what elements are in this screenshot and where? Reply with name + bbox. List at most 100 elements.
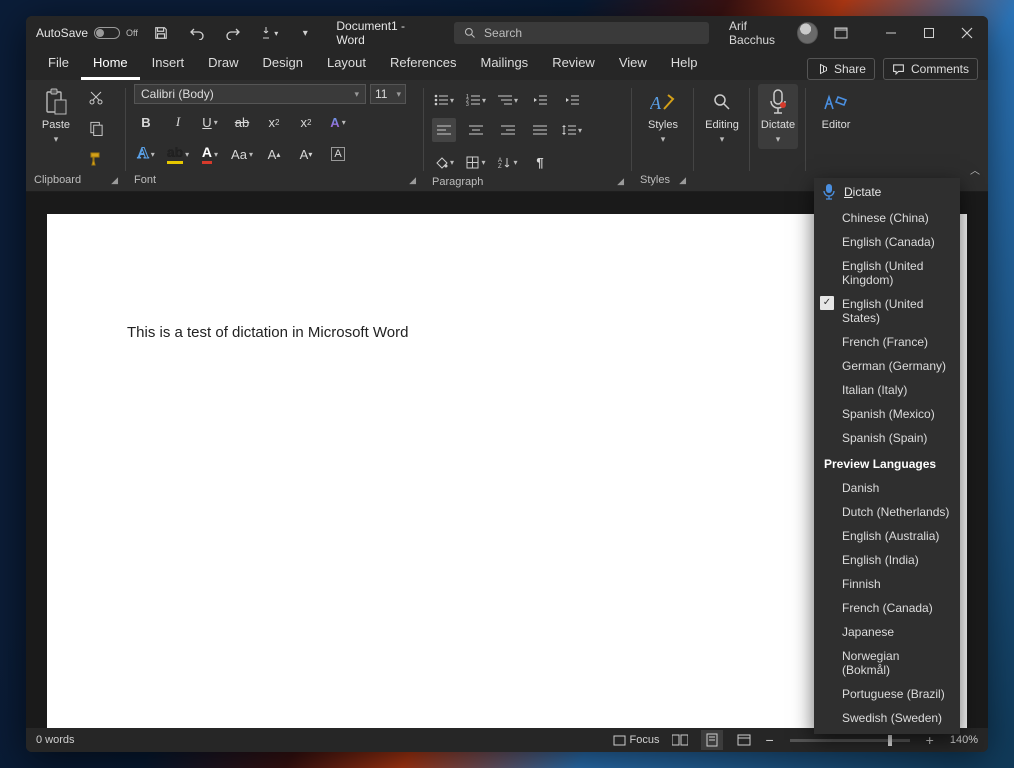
editor-button[interactable]: Editor [814, 84, 858, 135]
tab-home[interactable]: Home [81, 49, 140, 80]
numbering-button[interactable]: 123 [464, 88, 488, 112]
align-center-button[interactable] [464, 118, 488, 142]
print-layout-button[interactable] [701, 730, 723, 750]
share-button[interactable]: Share [807, 58, 875, 80]
undo-button[interactable] [184, 19, 210, 47]
web-layout-button[interactable] [733, 730, 755, 750]
zoom-level[interactable]: 140% [950, 734, 978, 746]
clipboard-launcher[interactable]: ◢ [111, 175, 118, 186]
tab-draw[interactable]: Draw [196, 49, 250, 80]
language-option[interactable]: Spanish (Spain) [814, 426, 960, 450]
font-size-combo[interactable]: 11▾ [370, 84, 406, 104]
tab-insert[interactable]: Insert [140, 49, 197, 80]
show-marks-button[interactable]: ¶ [528, 150, 552, 174]
maximize-button[interactable] [910, 18, 948, 48]
tab-references[interactable]: References [378, 49, 468, 80]
read-mode-button[interactable] [669, 730, 691, 750]
language-option[interactable]: English (Canada) [814, 230, 960, 254]
strikethrough-button[interactable]: ab [230, 110, 254, 134]
qat-customize-button[interactable]: ▾ [292, 19, 318, 47]
save-button[interactable] [148, 19, 174, 47]
language-option[interactable]: English (India) [814, 548, 960, 572]
tab-design[interactable]: Design [251, 49, 315, 80]
language-option[interactable]: Dutch (Netherlands) [814, 500, 960, 524]
language-option[interactable]: English (Australia) [814, 524, 960, 548]
language-option[interactable]: Portuguese (Brazil) [814, 682, 960, 706]
language-option[interactable]: Spanish (Mexico) [814, 402, 960, 426]
zoom-out-button[interactable]: − [765, 732, 773, 748]
language-option[interactable]: English (United States) [814, 292, 960, 330]
increase-indent-button[interactable] [560, 88, 584, 112]
language-option[interactable]: Chinese (China) [814, 206, 960, 230]
close-button[interactable] [948, 18, 986, 48]
text-effects-button[interactable]: A [326, 110, 350, 134]
borders-button[interactable] [464, 150, 488, 174]
tab-mailings[interactable]: Mailings [469, 49, 541, 80]
paste-button[interactable]: Paste ▾ [34, 84, 78, 149]
sort-button[interactable]: AZ [496, 150, 520, 174]
tab-file[interactable]: File [36, 49, 81, 80]
redo-button[interactable] [220, 19, 246, 47]
zoom-slider[interactable] [790, 739, 910, 742]
tab-review[interactable]: Review [540, 49, 607, 80]
underline-button[interactable]: U [198, 110, 222, 134]
align-right-button[interactable] [496, 118, 520, 142]
dictate-menu-header[interactable]: Dictate [814, 178, 960, 206]
minimize-button[interactable] [872, 18, 910, 48]
multilevel-icon [498, 94, 512, 106]
font-launcher[interactable]: ◢ [409, 175, 416, 186]
language-option[interactable]: Finnish [814, 572, 960, 596]
shading-button[interactable] [432, 150, 456, 174]
editing-button[interactable]: Editing ▾ [702, 84, 742, 149]
language-option[interactable]: French (Canada) [814, 596, 960, 620]
language-option[interactable]: Japanese [814, 620, 960, 644]
justify-button[interactable] [528, 118, 552, 142]
align-left-button[interactable] [432, 118, 456, 142]
zoom-in-button[interactable]: + [926, 732, 934, 748]
copy-button[interactable] [84, 116, 108, 140]
tab-view[interactable]: View [607, 49, 659, 80]
shrink-font-button[interactable]: A▾ [294, 142, 318, 166]
touch-mode-button[interactable]: ▾ [256, 19, 282, 47]
group-clipboard: Paste ▾ Clipboard◢ [26, 80, 126, 191]
highlight-button[interactable]: ab [166, 142, 190, 166]
collapse-ribbon-button[interactable]: ︿ [970, 162, 980, 177]
language-option[interactable]: Norwegian (Bokmål) [814, 644, 960, 682]
language-option[interactable]: German (Germany) [814, 354, 960, 378]
language-option[interactable]: Italian (Italy) [814, 378, 960, 402]
tab-help[interactable]: Help [659, 49, 710, 80]
bold-button[interactable]: B [134, 110, 158, 134]
comments-button[interactable]: Comments [883, 58, 978, 80]
italic-button[interactable]: I [166, 110, 190, 134]
account-button[interactable]: Arif Bacchus [729, 19, 818, 47]
text-outline-button[interactable]: A [134, 142, 158, 166]
word-count[interactable]: 0 words [36, 734, 75, 746]
font-color-button[interactable]: A [198, 142, 222, 166]
format-painter-button[interactable] [84, 146, 108, 170]
decrease-indent-button[interactable] [528, 88, 552, 112]
styles-button[interactable]: A Styles ▾ [640, 84, 686, 149]
language-option[interactable]: English (United Kingdom) [814, 254, 960, 292]
cut-button[interactable] [84, 86, 108, 110]
change-case-button[interactable]: Aa [230, 142, 254, 166]
ribbon-display-button[interactable] [828, 19, 854, 47]
multilevel-list-button[interactable] [496, 88, 520, 112]
grow-font-button[interactable]: A▴ [262, 142, 286, 166]
tab-layout[interactable]: Layout [315, 49, 378, 80]
search-input[interactable]: Search [454, 22, 709, 44]
slider-thumb[interactable] [888, 735, 892, 746]
dictate-button[interactable]: Dictate ▾ [758, 84, 798, 149]
superscript-button[interactable]: x2 [294, 110, 318, 134]
bullets-button[interactable] [432, 88, 456, 112]
subscript-button[interactable]: x2 [262, 110, 286, 134]
language-option[interactable]: Swedish (Sweden) [814, 706, 960, 730]
line-spacing-button[interactable] [560, 118, 584, 142]
clear-formatting-button[interactable]: A [326, 142, 350, 166]
autosave-toggle[interactable]: AutoSave Off [36, 26, 138, 40]
focus-mode-button[interactable]: Focus [613, 730, 660, 750]
language-option[interactable]: French (France) [814, 330, 960, 354]
language-option[interactable]: Danish [814, 476, 960, 500]
styles-launcher[interactable]: ◢ [679, 175, 686, 186]
paragraph-launcher[interactable]: ◢ [617, 176, 624, 187]
font-name-combo[interactable]: Calibri (Body)▾ [134, 84, 366, 104]
